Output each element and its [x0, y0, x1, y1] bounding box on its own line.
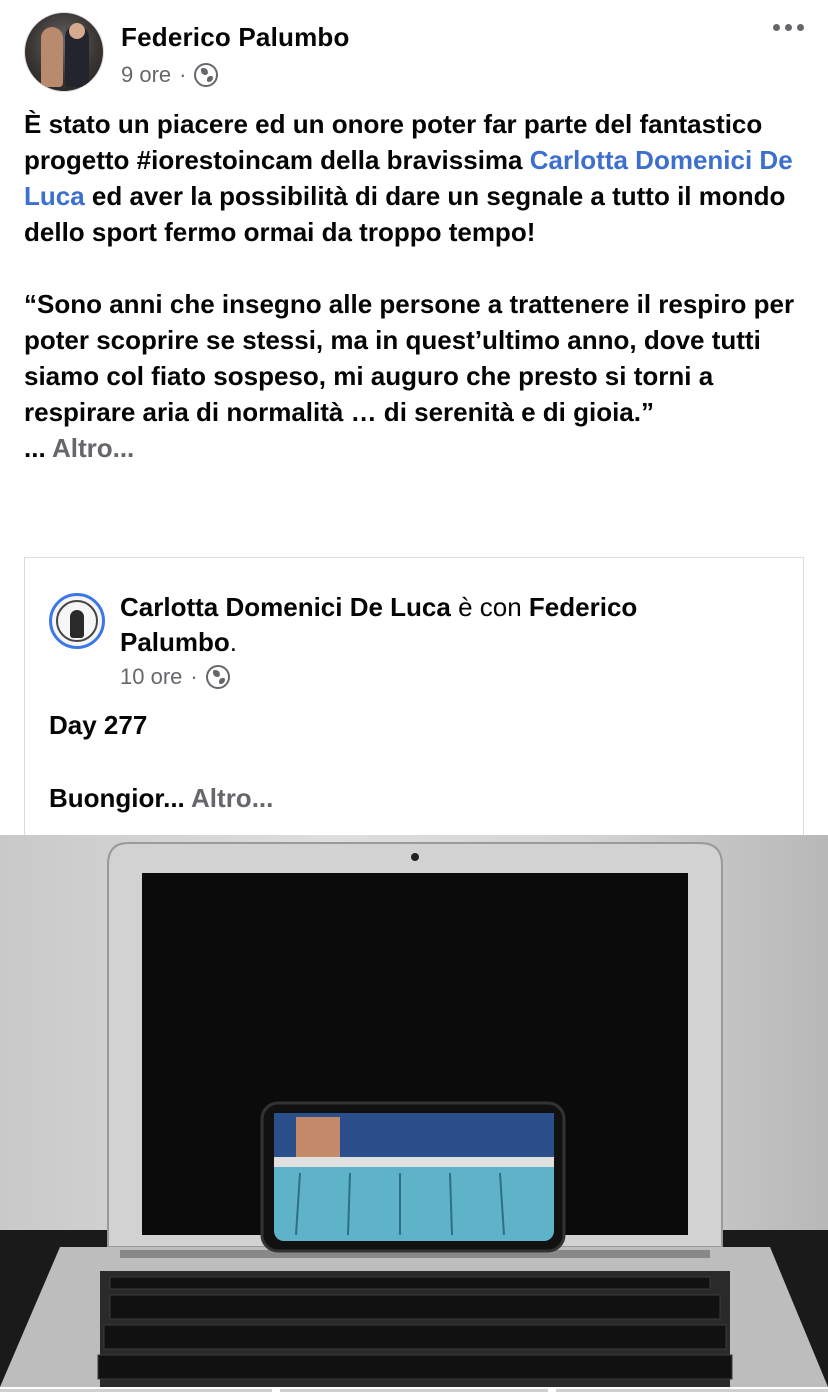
shared-post-body: Buongior... Altro... [49, 783, 273, 814]
post-author-name[interactable]: Federico Palumbo [121, 22, 350, 53]
shared-author-avatar[interactable] [49, 593, 105, 649]
shared-post-day: Day 277 [49, 710, 148, 740]
dot-icon [785, 24, 792, 31]
shared-post-title: Carlotta Domenici De Luca è con Federico… [120, 590, 760, 660]
dot-icon [773, 24, 780, 31]
more-options-icon[interactable] [773, 24, 804, 31]
shared-body-text: Buongior... [49, 783, 192, 813]
shared-post-card[interactable]: Carlotta Domenici De Luca è con Federico… [24, 557, 804, 857]
post-meta: 9 ore · [121, 62, 219, 88]
shared-see-more-link[interactable]: Altro... [191, 783, 273, 813]
avatar-figure [70, 610, 84, 638]
post-photo[interactable] [0, 835, 828, 1387]
laptop-with-phone-photo [0, 842, 828, 1387]
meta-separator: · [179, 62, 187, 87]
photo-grid-divider [0, 1387, 828, 1394]
divider-segment [556, 1389, 828, 1392]
avatar-head [69, 23, 85, 39]
shared-post-meta: 10 ore · [120, 664, 230, 690]
shared-author-name[interactable]: Carlotta Domenici De Luca [120, 592, 451, 622]
divider-segment [0, 1389, 272, 1392]
post-quote: “Sono anni che insegno alle persone a tr… [24, 289, 795, 427]
avatar-person-left [41, 27, 63, 87]
with-text: è con [450, 592, 529, 622]
see-more-row: ... Altro... [24, 430, 804, 466]
see-more-link[interactable]: Altro... [52, 433, 134, 463]
author-avatar[interactable] [24, 12, 104, 92]
title-period: . [229, 627, 238, 657]
post-header: Federico Palumbo 9 ore · [0, 0, 828, 100]
shared-post-time[interactable]: 10 ore [120, 664, 182, 690]
meta-separator: · [190, 664, 198, 689]
globe-icon [205, 665, 230, 689]
ellipsis: ... [24, 433, 52, 463]
globe-icon [194, 63, 219, 87]
post-text: È stato un piacere ed un onore poter far… [24, 106, 804, 466]
divider-segment [280, 1389, 548, 1392]
post-text-part: ed aver la possibilità di dare un segnal… [24, 181, 786, 247]
dot-icon [797, 24, 804, 31]
post-time[interactable]: 9 ore [121, 62, 171, 88]
post-paragraph: È stato un piacere ed un onore poter far… [24, 106, 804, 250]
